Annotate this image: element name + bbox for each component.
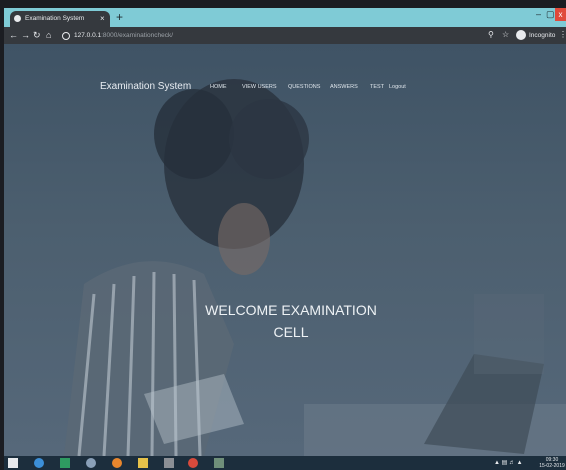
notes-app-icon[interactable] [164,458,174,468]
minimize-button[interactable]: – [536,9,541,19]
favicon-icon [14,15,21,22]
hero-heading: WELCOME EXAMINATION CELL [184,299,398,343]
desktop-screen: Examination System × + – ▢ x ← → ↻ ⌂ 127… [4,8,566,470]
nav-questions-link[interactable]: QUESTIONS [288,84,320,90]
tab-close-icon[interactable]: × [100,14,105,23]
incognito-indicator[interactable]: Incognito [516,29,556,42]
nav-answers-link[interactable]: ANSWERS [330,84,358,90]
nav-logout-link[interactable]: Logout [389,84,406,90]
browser-tab-strip: Examination System × + – ▢ x [4,8,566,27]
maximize-button[interactable]: ▢ [546,9,555,20]
windows-taskbar: ▲ ▤ ♬ ▲ 09:30 15-02-2019 [4,456,566,470]
back-arrow-icon[interactable]: ← [9,30,18,40]
incognito-label: Incognito [529,32,556,39]
home-icon[interactable]: ⌂ [46,30,51,40]
nav-home-link[interactable]: HOME [210,84,227,90]
url-path: :8000/examinationcheck/ [101,32,174,39]
windows-start-icon[interactable] [8,458,18,468]
browser-tab[interactable]: Examination System × [10,11,110,27]
hero-line-2: CELL [273,324,309,340]
browser-toolbar: ← → ↻ ⌂ 127.0.0.1:8000/examinationcheck/… [4,27,566,44]
file-explorer-icon[interactable] [138,458,148,468]
brand-logo[interactable]: Examination System [100,81,191,92]
forward-arrow-icon[interactable]: → [21,30,30,40]
system-tray-icons[interactable]: ▲ ▤ ♬ ▲ [494,459,523,466]
menu-kebab-icon[interactable]: ⋮ [559,30,566,39]
incognito-icon [516,30,526,40]
store-icon[interactable] [60,458,70,468]
firefox-icon[interactable] [112,458,122,468]
zoom-icon[interactable]: ⚲ [488,30,494,39]
site-info-icon[interactable] [62,32,70,40]
background-photo [64,79,566,456]
tab-title: Examination System [25,15,85,22]
new-tab-button[interactable]: + [116,10,123,24]
python-app-icon[interactable] [214,458,224,468]
media-player-icon[interactable] [86,458,96,468]
url-host: 127.0.0.1 [74,32,102,39]
url-text: 127.0.0.1:8000/examinationcheck/ [74,32,173,39]
bookmark-star-icon[interactable]: ☆ [502,30,509,39]
close-window-button[interactable]: x [555,8,566,21]
address-bar[interactable]: 127.0.0.1:8000/examinationcheck/ [62,29,462,42]
reload-icon[interactable]: ↻ [33,30,41,41]
chrome-icon[interactable] [188,458,198,468]
web-page: Examination System HOME VIEW USERS QUEST… [4,44,566,456]
taskbar-clock[interactable]: 09:30 15-02-2019 [539,457,565,469]
nav-view-users-link[interactable]: VIEW USERS [242,84,277,90]
internet-explorer-icon[interactable] [34,458,44,468]
nav-test-link[interactable]: TEST [370,84,384,90]
clock-date: 15-02-2019 [539,463,565,469]
hero-line-1: WELCOME EXAMINATION [205,302,377,318]
